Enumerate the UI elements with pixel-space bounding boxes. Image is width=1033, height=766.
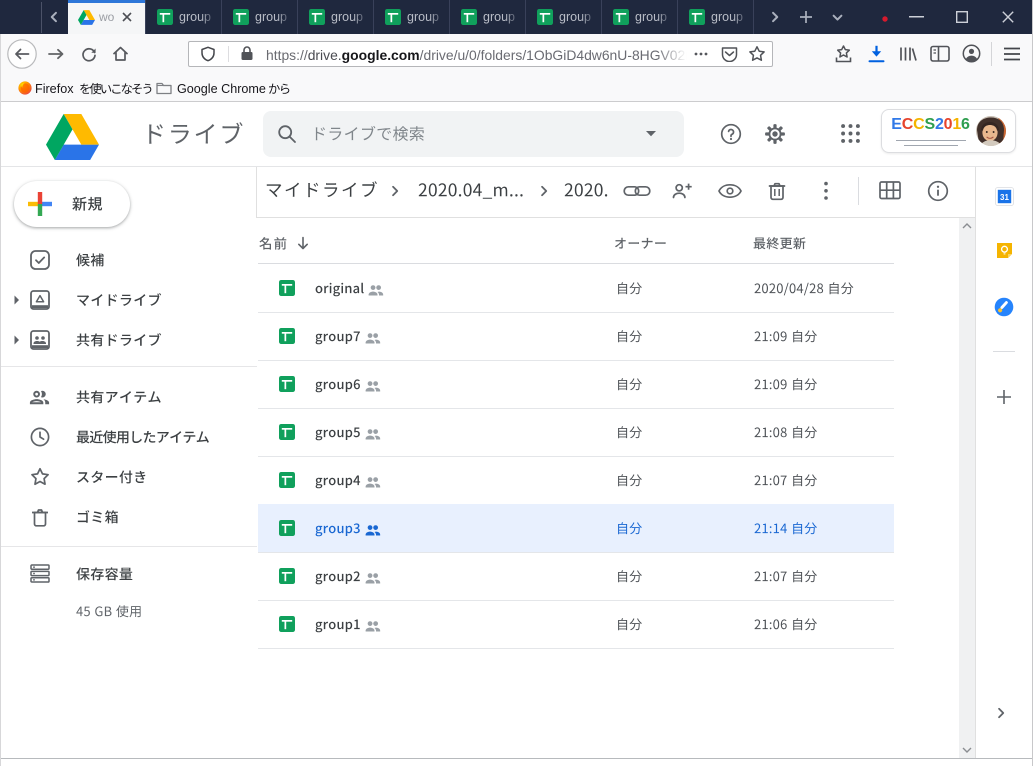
svg-text:31: 31 [1000, 193, 1009, 202]
